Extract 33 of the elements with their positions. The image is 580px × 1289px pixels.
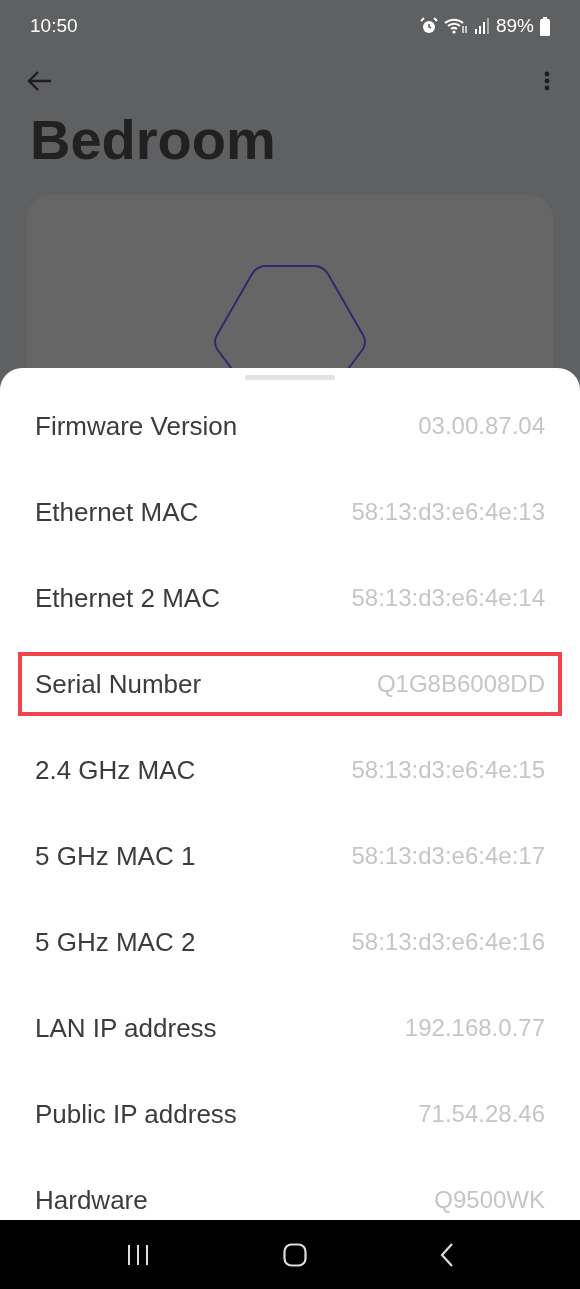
row-label: Public IP address [35, 1098, 237, 1130]
row-label: 5 GHz MAC 2 [35, 926, 196, 958]
row-value: 71.54.28.46 [418, 1100, 545, 1128]
room-title: Bedroom [30, 110, 277, 173]
row-value: 58:13:d3:e6:4e:15 [351, 756, 545, 784]
row-value: 58:13:d3:e6:4e:14 [351, 584, 545, 612]
row-label: Hardware [35, 1184, 148, 1216]
more-options-icon[interactable] [544, 71, 550, 91]
signal-icon [473, 17, 490, 35]
status-time: 10:50 [30, 15, 79, 37]
home-icon[interactable] [283, 1242, 307, 1267]
row-label: Serial Number [35, 668, 202, 700]
battery-icon [540, 16, 550, 36]
row-value: 58:13:d3:e6:4e:16 [351, 928, 545, 956]
row-label: Ethernet MAC [35, 496, 199, 528]
wifi-icon [443, 17, 468, 35]
row-value: 03.00.87.04 [418, 412, 545, 440]
alarm-icon [419, 17, 438, 35]
row-label: Ethernet 2 MAC [35, 582, 220, 614]
row-label: LAN IP address [35, 1012, 217, 1044]
row-label: 2.4 GHz MAC [35, 754, 196, 786]
drag-handle[interactable] [245, 375, 335, 380]
row-label: 5 GHz MAC 1 [35, 840, 196, 872]
row-value: 58:13:d3:e6:4e:17 [351, 842, 545, 870]
row-value: 192.168.0.77 [404, 1014, 545, 1042]
recent-apps-icon[interactable] [126, 1243, 151, 1266]
row-value: Q1G8B6008DD [376, 670, 545, 698]
back-arrow-icon[interactable] [26, 70, 52, 92]
battery-percent: 89% [495, 15, 534, 37]
row-value: 58:13:d3:e6:4e:13 [351, 498, 545, 526]
row-label: Firmware Version [35, 410, 238, 442]
row-value: Q9500WK [434, 1186, 545, 1214]
back-icon[interactable] [439, 1242, 454, 1267]
